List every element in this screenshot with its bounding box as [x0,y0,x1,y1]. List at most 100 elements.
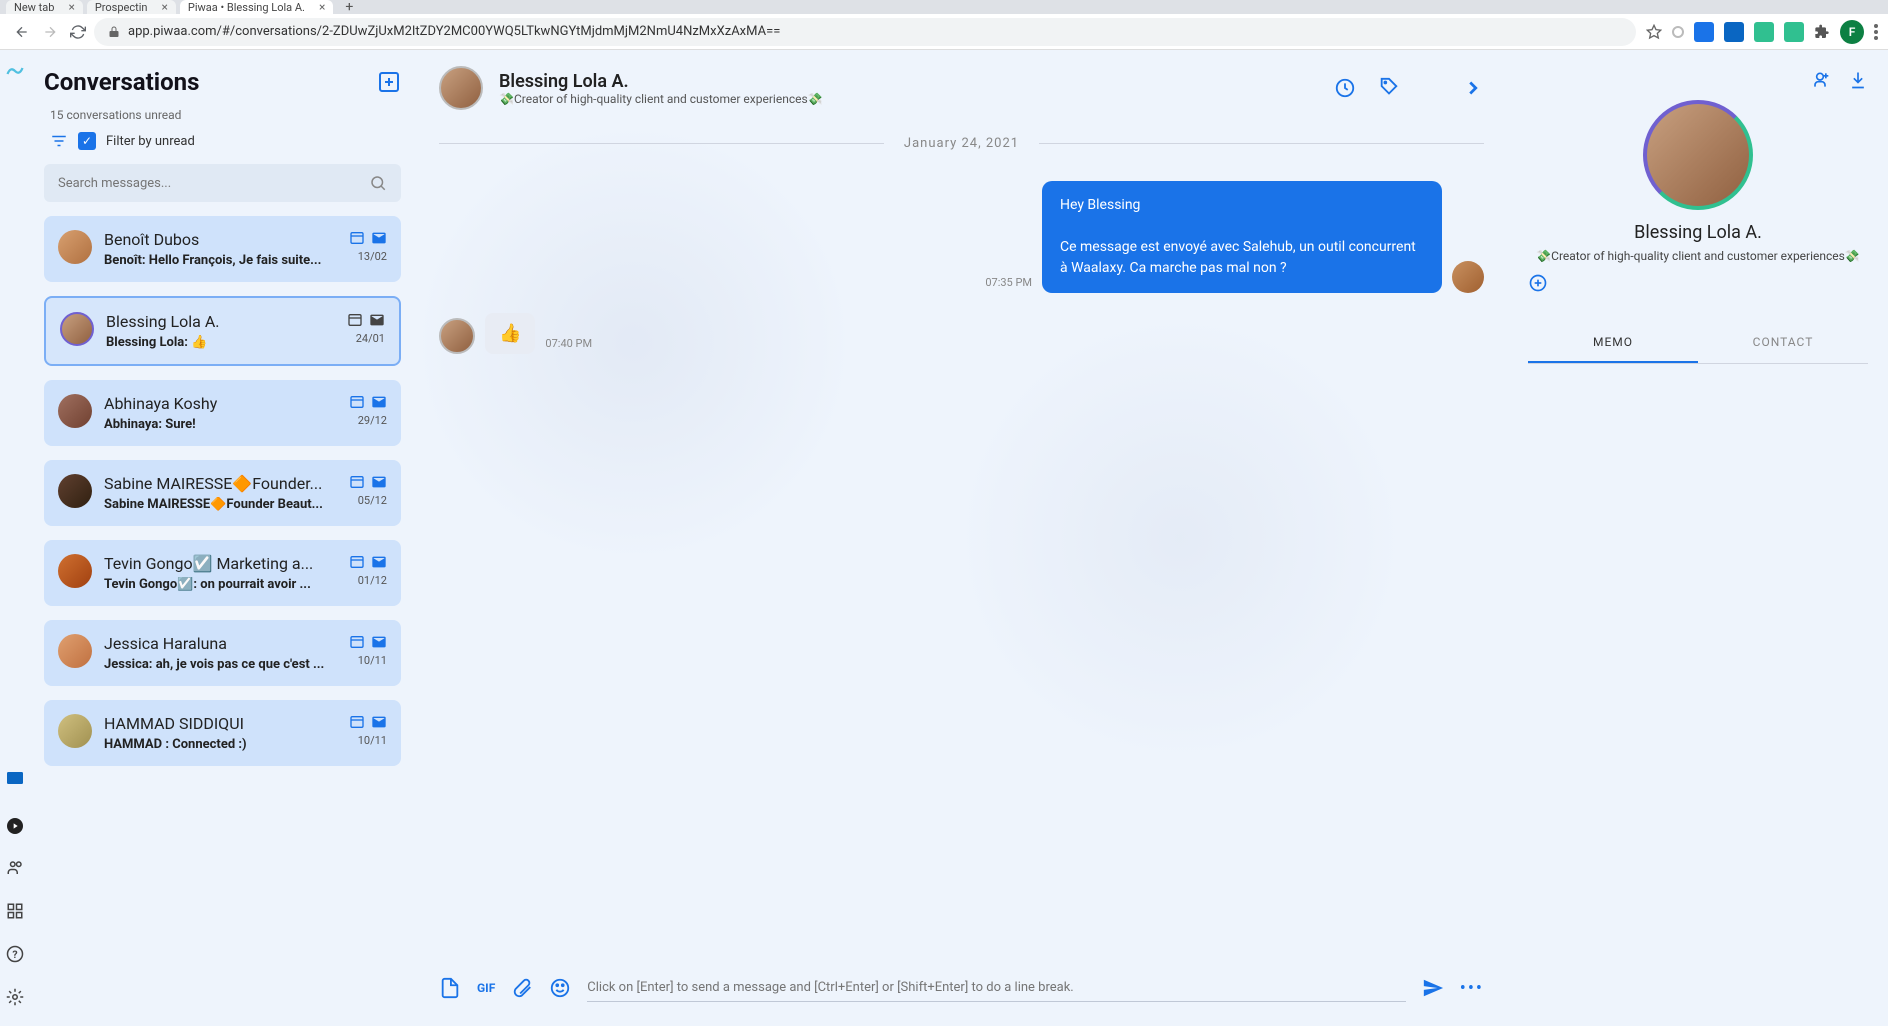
extension-icon[interactable] [1754,22,1774,42]
archive-icon[interactable] [349,474,365,490]
filter-row: ✓ Filter by unread [44,132,401,150]
add-button[interactable] [1528,273,1868,293]
browser-tab[interactable]: Piwaa • Blessing Lola A.× [180,0,333,14]
convo-name: Benoît Dubos [104,230,387,249]
sender-avatar [1452,261,1484,293]
date-divider: January 24, 2021 [439,136,1484,151]
send-button[interactable] [1422,977,1444,999]
contact-avatar [1643,100,1753,210]
outgoing-message: 07:35 PM Hey Blessing Ce message est env… [439,181,1484,293]
svg-text:?: ? [12,948,17,961]
convo-date: 01/12 [358,574,387,587]
mail-icon[interactable] [371,230,387,246]
close-icon[interactable]: × [319,0,325,14]
detail-tabs: MEMO CONTACT [1528,323,1868,364]
browser-tab[interactable]: Prospectin× [87,0,176,14]
convo-name: HAMMAD SIDDIQUI [104,714,387,733]
conversation-item[interactable]: Abhinaya Koshy Abhinaya: Sure! 29/12 [44,380,401,446]
emoji-icon[interactable] [549,977,571,999]
gif-button[interactable]: GIF [477,981,495,995]
convo-name: Blessing Lola A. [106,312,385,331]
composer: GIF ••• [415,958,1508,1026]
convo-name: Jessica Haraluna [104,634,387,653]
reload-icon[interactable] [66,20,90,44]
mail-icon[interactable] [371,474,387,490]
incoming-message: 👍 07:40 PM [439,313,1484,354]
conversation-item[interactable]: Benoît Dubos Benoît: Hello François, Je … [44,216,401,282]
url-actions: F [1636,20,1878,44]
chat-subtitle: 💸Creator of high-quality client and cust… [499,92,1318,106]
search-input[interactable] [58,176,369,191]
mail-icon[interactable] [371,634,387,650]
compose-button[interactable] [377,70,401,94]
sender-avatar [439,318,475,354]
more-icon[interactable]: ••• [1460,978,1484,999]
back-icon[interactable] [10,20,34,44]
extension-icon[interactable] [1784,22,1804,42]
sidebar-title: Conversations [44,68,199,96]
convo-name: Abhinaya Koshy [104,394,387,413]
help-icon[interactable]: ? [6,945,24,963]
tab-memo[interactable]: MEMO [1528,323,1698,363]
chat-header: Blessing Lola A. 💸Creator of high-qualit… [415,50,1508,126]
close-icon[interactable]: × [68,0,74,14]
extension-icon[interactable] [1724,22,1744,42]
chevron-right-icon[interactable] [1462,77,1484,99]
puzzle-icon[interactable] [1814,24,1830,40]
archive-icon[interactable] [349,714,365,730]
unread-count: 15 conversations unread [44,108,401,122]
contact-subtitle: 💸Creator of high-quality client and cust… [1528,249,1868,263]
mail-icon[interactable] [371,394,387,410]
mail-icon[interactable] [371,554,387,570]
conversation-item[interactable]: Blessing Lola A. Blessing Lola: 👍 24/01 [44,296,401,366]
convo-preview: Sabine MAIRESSE🔶Founder Beaut... [104,497,387,512]
play-icon[interactable] [7,818,23,834]
message-input[interactable] [587,974,1405,1002]
app-logo-icon[interactable] [6,65,24,83]
archive-icon[interactable] [349,394,365,410]
convo-name: Tevin Gongo☑️ Marketing a... [104,554,387,573]
convo-preview: Jessica: ah, je vois pas ce que c'est ..… [104,657,387,672]
url-bar: app.piwaa.com/#/conversations/2-ZDUwZjUx… [0,14,1888,50]
star-icon[interactable] [1646,24,1662,40]
archive-icon[interactable] [349,634,365,650]
filter-icon[interactable] [50,132,68,150]
tab-title: New tab [14,1,54,14]
search-box[interactable] [44,164,401,202]
download-icon[interactable] [1848,70,1868,90]
mail-icon[interactable] [371,714,387,730]
person-add-icon[interactable] [1810,70,1830,90]
gear-icon[interactable] [6,988,24,1006]
archive-icon[interactable] [347,312,363,328]
forward-icon[interactable] [38,20,62,44]
users-icon[interactable] [6,859,24,877]
conversation-item[interactable]: Tevin Gongo☑️ Marketing a... Tevin Gongo… [44,540,401,606]
attach-icon[interactable] [511,977,533,999]
browser-tabs: New tab × Prospectin× Piwaa • Blessing Lo… [0,0,1888,14]
archive-icon[interactable] [349,554,365,570]
grid-icon[interactable] [6,902,24,920]
archive-icon[interactable] [349,230,365,246]
mail-icon[interactable] [369,312,385,328]
details-panel: Blessing Lola A. 💸Creator of high-qualit… [1508,50,1888,1026]
clock-icon[interactable] [1334,77,1356,99]
extension-icon[interactable] [1694,22,1714,42]
conversation-item[interactable]: HAMMAD SIDDIQUI HAMMAD : Connected :) 10… [44,700,401,766]
close-icon[interactable]: × [161,0,167,14]
tag-icon[interactable] [1378,77,1400,99]
profile-avatar[interactable]: F [1840,20,1864,44]
message-rail-icon[interactable] [7,772,23,788]
menu-icon[interactable] [1874,24,1878,40]
url-field[interactable]: app.piwaa.com/#/conversations/2-ZDUwZjUx… [94,18,1636,46]
extension-icon[interactable] [1672,26,1684,38]
conversation-item[interactable]: Sabine MAIRESSE🔶Founder... Sabine MAIRES… [44,460,401,526]
message-time: 07:35 PM [985,276,1032,289]
note-icon[interactable] [439,977,461,999]
filter-checkbox[interactable]: ✓ [78,132,96,150]
browser-tab[interactable]: New tab × [6,0,83,14]
tab-contact[interactable]: CONTACT [1698,323,1868,363]
conversation-item[interactable]: Jessica Haraluna Jessica: ah, je vois pa… [44,620,401,686]
new-tab-button[interactable]: + [337,0,361,15]
search-icon[interactable] [369,174,387,192]
contact-name: Blessing Lola A. [1528,222,1868,243]
